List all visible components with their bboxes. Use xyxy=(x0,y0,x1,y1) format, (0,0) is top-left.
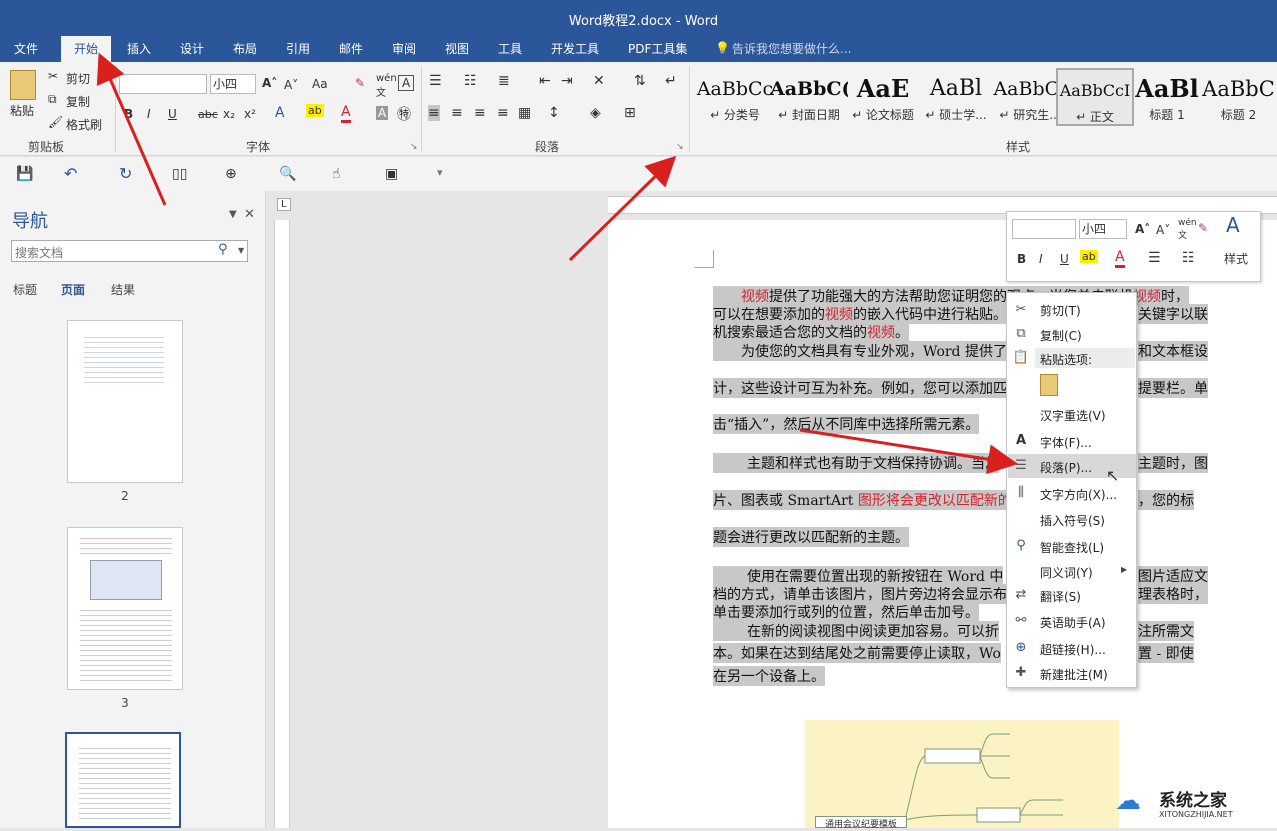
arrow-to-paragraph-launcher xyxy=(568,155,677,262)
arrow-to-paragraph-menu xyxy=(799,428,1018,475)
annotation-arrows xyxy=(96,52,1018,475)
watermark-logo-icon: ☁ xyxy=(1115,786,1141,816)
watermark-name: 系统之家 xyxy=(1159,791,1227,811)
watermark-url: XITONGZHIJIA.NET xyxy=(1159,810,1233,819)
watermark: ☁ 系统之家 XITONGZHIJIA.NET xyxy=(1115,782,1277,828)
arrow-to-home-tab xyxy=(96,52,167,206)
